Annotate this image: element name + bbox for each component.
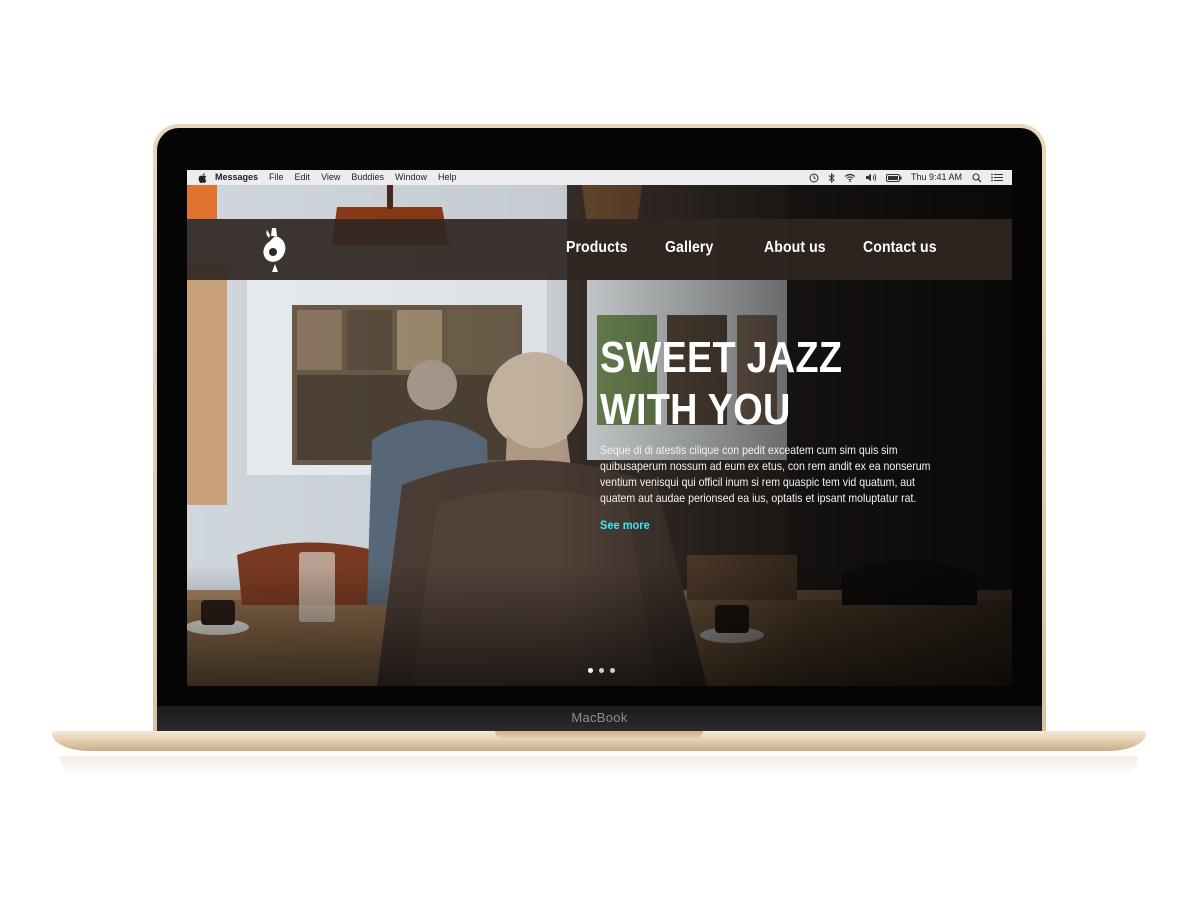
carousel-dot-1[interactable] xyxy=(588,668,593,673)
time-machine-icon[interactable] xyxy=(809,173,819,183)
carousel-indicators xyxy=(585,668,618,673)
jazz-logo-icon[interactable] xyxy=(261,226,289,274)
mockup-stage: MacBook Messages File Edit View Buddies … xyxy=(0,0,1198,900)
laptop-reflection xyxy=(60,756,1138,778)
see-more-link[interactable]: See more xyxy=(600,518,650,532)
hero-title: SWEET JAZZ WITH YOU xyxy=(600,332,842,436)
wifi-icon[interactable] xyxy=(844,173,856,182)
macos-menu-bar: Messages File Edit View Buddies Window H… xyxy=(187,170,1012,185)
hero-description: Seque di di atestis cilique con pedit ex… xyxy=(600,443,931,505)
screen: Messages File Edit View Buddies Window H… xyxy=(187,170,1012,686)
menu-edit[interactable]: Edit xyxy=(295,170,311,185)
nav-products[interactable]: Products xyxy=(566,239,628,257)
site-navigation: Products Gallery About us Contact us xyxy=(187,219,1012,280)
spotlight-search-icon[interactable] xyxy=(972,172,982,183)
nav-contact-us[interactable]: Contact us xyxy=(863,239,937,257)
menu-file[interactable]: File xyxy=(269,170,284,185)
hero-title-line-2: WITH YOU xyxy=(600,385,791,434)
menu-view[interactable]: View xyxy=(321,170,340,185)
menu-help[interactable]: Help xyxy=(438,170,457,185)
nav-about-us[interactable]: About us xyxy=(764,239,826,257)
menu-clock[interactable]: Thu 9:41 AM xyxy=(911,170,962,185)
laptop-notch xyxy=(495,731,703,738)
menu-buddies[interactable]: Buddies xyxy=(351,170,384,185)
bluetooth-icon[interactable] xyxy=(828,172,835,183)
battery-icon[interactable] xyxy=(885,173,902,182)
notification-center-icon[interactable] xyxy=(991,173,1003,182)
apple-logo-icon[interactable] xyxy=(198,172,207,183)
brand-label: MacBook xyxy=(571,710,628,725)
menu-status-area: Thu 9:41 AM xyxy=(809,170,1012,185)
hero-title-line-1: SWEET JAZZ xyxy=(600,333,843,382)
nav-gallery[interactable]: Gallery xyxy=(665,239,713,257)
carousel-dot-3[interactable] xyxy=(610,668,615,673)
carousel-dot-2[interactable] xyxy=(599,668,604,673)
volume-icon[interactable] xyxy=(865,173,877,182)
menu-app-name[interactable]: Messages xyxy=(215,170,258,185)
menu-window[interactable]: Window xyxy=(395,170,427,185)
